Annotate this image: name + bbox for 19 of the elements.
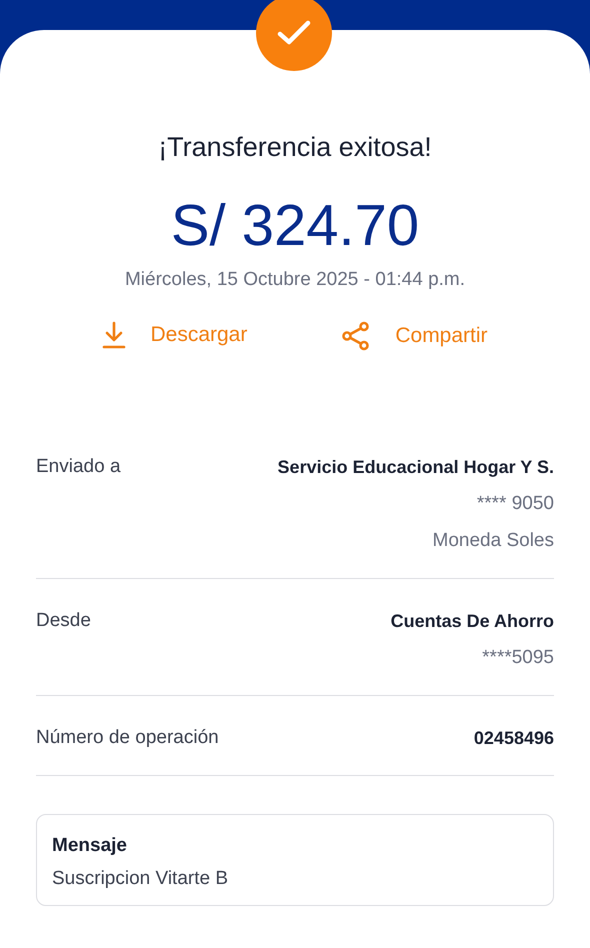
detail-value: **** 9050 — [476, 492, 554, 516]
message-text: Suscripcion Vitarte B — [52, 867, 230, 891]
detail-value: 02458496 — [474, 727, 554, 750]
detail-value: Servicio Educacional Hogar Y S. — [278, 456, 554, 479]
detail-value: ****5095 — [482, 646, 554, 670]
check-icon — [277, 20, 311, 46]
download-icon — [102, 321, 126, 349]
detail-label: Número de operación — [36, 726, 219, 750]
detail-label: Desde — [36, 609, 91, 633]
amount: S/ 324.70 — [170, 193, 420, 259]
share-icon — [341, 321, 372, 351]
detail-value: Cuentas De Ahorro — [390, 610, 554, 633]
share-link[interactable]: Compartir — [339, 321, 490, 351]
download-link[interactable]: Descargar — [100, 321, 250, 349]
detail-label: Enviado a — [36, 455, 121, 479]
success-title: ¡Transferencia exitosa! — [157, 132, 433, 162]
date-time: Miércoles, 15 Octubre 2025 - 01:44 p.m. — [124, 268, 466, 292]
detail-value: Moneda Soles — [432, 529, 554, 553]
message-label: Mensaje — [52, 834, 128, 858]
